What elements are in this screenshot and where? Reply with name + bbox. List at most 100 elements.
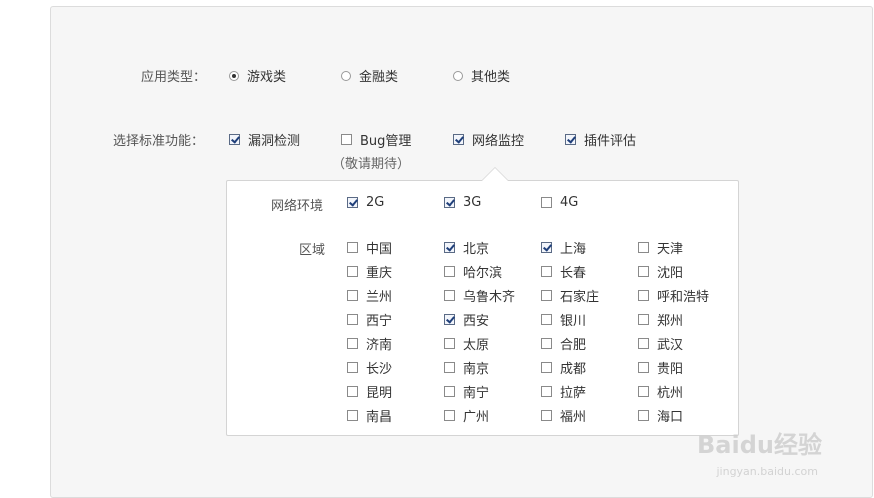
region-label-text: 银川 bbox=[560, 314, 587, 329]
checkbox-unchecked[interactable] bbox=[347, 314, 358, 325]
region-option[interactable]: 太原 bbox=[444, 334, 489, 353]
region-option[interactable]: 成都 bbox=[541, 358, 586, 377]
feature-bug-management[interactable]: Bug管理 bbox=[341, 130, 411, 149]
region-option[interactable]: 杭州 bbox=[638, 382, 683, 401]
region-option[interactable]: 北京 bbox=[444, 238, 489, 257]
region-option[interactable]: 石家庄 bbox=[541, 286, 599, 305]
checkbox-unchecked[interactable] bbox=[347, 410, 358, 421]
features-label: 选择标准功能： bbox=[113, 134, 205, 149]
region-option[interactable]: 武汉 bbox=[638, 334, 683, 353]
network-env-option[interactable]: 2G bbox=[347, 195, 384, 210]
checkbox-unchecked[interactable] bbox=[541, 290, 552, 301]
checkbox-checked[interactable] bbox=[229, 134, 240, 145]
checkbox-unchecked[interactable] bbox=[638, 290, 649, 301]
checkbox-checked[interactable] bbox=[347, 197, 358, 208]
region-label-text: 长沙 bbox=[366, 362, 393, 377]
region-option[interactable]: 中国 bbox=[347, 238, 392, 257]
region-option[interactable]: 沈阳 bbox=[638, 262, 683, 281]
checkbox-checked[interactable] bbox=[565, 134, 576, 145]
checkbox-unchecked[interactable] bbox=[541, 386, 552, 397]
region-label-text: 合肥 bbox=[560, 338, 587, 353]
checkbox-unchecked[interactable] bbox=[444, 338, 455, 349]
checkbox-unchecked[interactable] bbox=[347, 386, 358, 397]
option-label: Bug管理 bbox=[360, 134, 412, 149]
checkbox-unchecked[interactable] bbox=[541, 314, 552, 325]
checkbox-checked[interactable] bbox=[444, 197, 455, 208]
app-type-option-other[interactable]: 其他类 bbox=[453, 66, 510, 85]
region-option[interactable]: 西安 bbox=[444, 310, 489, 329]
region-label-text: 北京 bbox=[463, 242, 490, 257]
region-option[interactable]: 广州 bbox=[444, 406, 489, 425]
region-label-text: 郑州 bbox=[657, 314, 684, 329]
option-label: 网络监控 bbox=[472, 134, 525, 149]
network-env-option[interactable]: 4G bbox=[541, 195, 578, 210]
checkbox-unchecked[interactable] bbox=[541, 362, 552, 373]
region-option[interactable]: 昆明 bbox=[347, 382, 392, 401]
checkbox-unchecked[interactable] bbox=[638, 242, 649, 253]
checkbox-unchecked[interactable] bbox=[541, 197, 552, 208]
region-label-text: 沈阳 bbox=[657, 266, 684, 281]
app-type-option-finance[interactable]: 金融类 bbox=[341, 66, 398, 85]
region-option[interactable]: 南京 bbox=[444, 358, 489, 377]
region-option[interactable]: 呼和浩特 bbox=[638, 286, 709, 305]
checkbox-unchecked[interactable] bbox=[444, 290, 455, 301]
checkbox-checked[interactable] bbox=[444, 242, 455, 253]
region-label-text: 中国 bbox=[366, 242, 393, 257]
checkbox-unchecked[interactable] bbox=[347, 338, 358, 349]
region-option[interactable]: 乌鲁木齐 bbox=[444, 286, 515, 305]
checkbox-unchecked[interactable] bbox=[444, 410, 455, 421]
region-option[interactable]: 西宁 bbox=[347, 310, 392, 329]
option-label: 2G bbox=[366, 195, 385, 210]
checkbox-unchecked[interactable] bbox=[347, 362, 358, 373]
checkbox-checked[interactable] bbox=[541, 242, 552, 253]
region-option[interactable]: 郑州 bbox=[638, 310, 683, 329]
region-option[interactable]: 南昌 bbox=[347, 406, 392, 425]
checkbox-unchecked[interactable] bbox=[541, 338, 552, 349]
checkbox-unchecked[interactable] bbox=[638, 338, 649, 349]
checkbox-unchecked[interactable] bbox=[444, 386, 455, 397]
feature-vuln-scan[interactable]: 漏洞检测 bbox=[229, 130, 300, 149]
checkbox-unchecked[interactable] bbox=[444, 362, 455, 373]
checkbox-unchecked[interactable] bbox=[341, 134, 352, 145]
feature-network-monitor[interactable]: 网络监控 bbox=[453, 130, 524, 149]
checkbox-unchecked[interactable] bbox=[638, 266, 649, 277]
region-option[interactable]: 合肥 bbox=[541, 334, 586, 353]
app-type-option-game[interactable]: 游戏类 bbox=[229, 66, 286, 85]
region-option[interactable]: 上海 bbox=[541, 238, 586, 257]
region-option[interactable]: 福州 bbox=[541, 406, 586, 425]
region-option[interactable]: 海口 bbox=[638, 406, 683, 425]
network-env-option[interactable]: 3G bbox=[444, 195, 481, 210]
checkbox-unchecked[interactable] bbox=[638, 314, 649, 325]
region-option[interactable]: 拉萨 bbox=[541, 382, 586, 401]
checkbox-unchecked[interactable] bbox=[541, 266, 552, 277]
checkbox-unchecked[interactable] bbox=[444, 266, 455, 277]
checkbox-unchecked[interactable] bbox=[638, 410, 649, 421]
region-option[interactable]: 长沙 bbox=[347, 358, 392, 377]
region-option[interactable]: 贵阳 bbox=[638, 358, 683, 377]
checkbox-unchecked[interactable] bbox=[541, 410, 552, 421]
region-label-text: 太原 bbox=[463, 338, 490, 353]
region-option[interactable]: 长春 bbox=[541, 262, 586, 281]
region-label-text: 天津 bbox=[657, 242, 684, 257]
region-option[interactable]: 银川 bbox=[541, 310, 586, 329]
feature-plugin-eval[interactable]: 插件评估 bbox=[565, 130, 636, 149]
region-label-text: 南宁 bbox=[463, 386, 490, 401]
region-option[interactable]: 天津 bbox=[638, 238, 683, 257]
region-option[interactable]: 济南 bbox=[347, 334, 392, 353]
checkbox-unchecked[interactable] bbox=[638, 362, 649, 373]
radio-unselected[interactable] bbox=[453, 70, 463, 81]
checkbox-checked[interactable] bbox=[444, 314, 455, 325]
checkbox-unchecked[interactable] bbox=[347, 242, 358, 253]
region-option[interactable]: 兰州 bbox=[347, 286, 392, 305]
option-label: 游戏类 bbox=[247, 70, 287, 85]
checkbox-unchecked[interactable] bbox=[347, 290, 358, 301]
region-option[interactable]: 哈尔滨 bbox=[444, 262, 502, 281]
region-option[interactable]: 重庆 bbox=[347, 262, 392, 281]
checkbox-checked[interactable] bbox=[453, 134, 464, 145]
checkbox-unchecked[interactable] bbox=[638, 386, 649, 397]
baidu-watermark-url: jingyan.baidu.com bbox=[716, 465, 818, 478]
checkbox-unchecked[interactable] bbox=[347, 266, 358, 277]
radio-unselected[interactable] bbox=[341, 70, 351, 81]
region-option[interactable]: 南宁 bbox=[444, 382, 489, 401]
radio-selected[interactable] bbox=[229, 70, 239, 81]
